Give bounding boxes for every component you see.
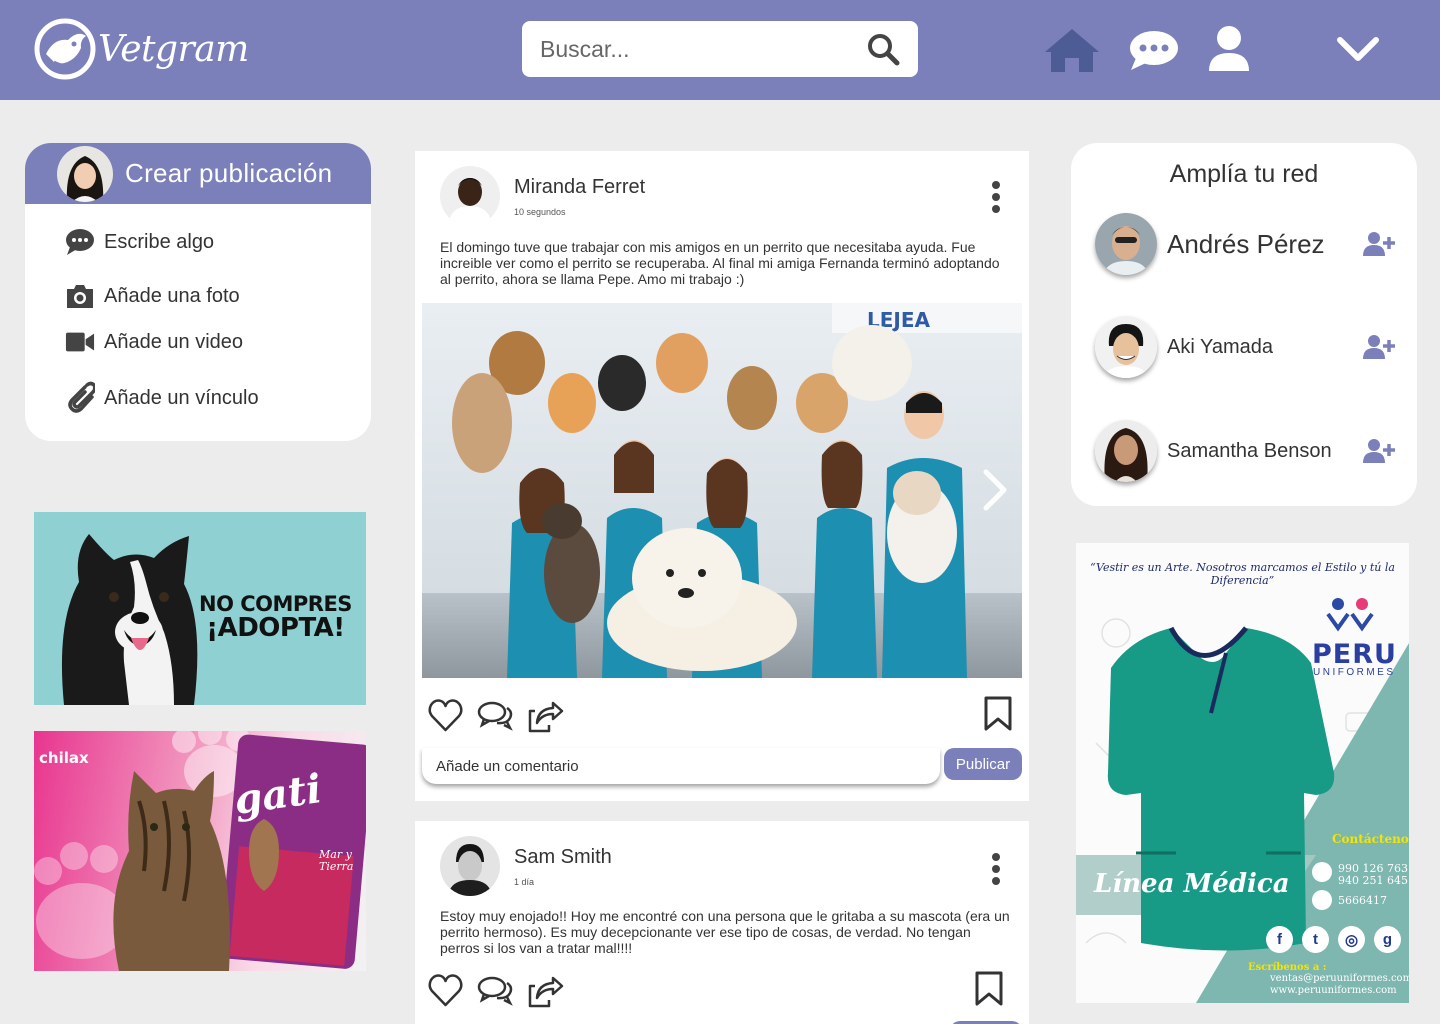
contact-website: www.peruuniformes.com <box>1270 985 1397 996</box>
post-options-icon[interactable] <box>991 181 1001 213</box>
author-name[interactable]: Sam Smith <box>514 846 612 869</box>
suggestions-card: Amplía tu red Andrés Pérez Aki Yamada Sa… <box>1071 143 1417 506</box>
add-video-item[interactable]: Añade un video <box>65 327 243 357</box>
pet-logo-icon <box>34 18 96 80</box>
facebook-icon[interactable]: f <box>1266 926 1293 953</box>
post-timestamp: 10 segundos <box>514 206 566 217</box>
comment-icon[interactable] <box>477 697 514 734</box>
chevron-down-icon[interactable] <box>1336 36 1380 64</box>
search-icon[interactable] <box>866 32 900 66</box>
phone-2: 940 251 645 <box>1338 874 1408 887</box>
add-friend-icon[interactable] <box>1363 334 1395 360</box>
contact-email: ventas@peruuniformes.com <box>1270 973 1409 984</box>
peru-brand-sub: UNIFORMES <box>1313 667 1396 678</box>
create-post-header: Crear publicación <box>25 143 371 204</box>
person-avatar[interactable] <box>1095 420 1157 482</box>
create-post-card: Crear publicación Escribe algo Añade una… <box>25 143 371 441</box>
vetgram-logo[interactable]: Vetgram <box>34 18 249 80</box>
bookmark-icon[interactable] <box>983 696 1013 732</box>
add-photo-label: Añade una foto <box>104 284 240 307</box>
camera-icon <box>65 281 95 311</box>
cat-food-ad-banner[interactable]: chilax gati Mar y Tierra <box>34 731 366 971</box>
write-something-item[interactable]: Escribe algo <box>65 227 214 257</box>
cat-food-flavor: Mar y Tierra <box>319 848 354 873</box>
google-plus-icon[interactable]: g <box>1374 926 1401 953</box>
adopt-ad-banner[interactable]: NO COMPRES ¡ADOPTA! <box>34 512 366 705</box>
uniform-ad-banner[interactable]: “Vestir es un Arte. Nosotros marcamos el… <box>1076 543 1409 1003</box>
post-text: Estoy muy enojado!! Hoy me encontré con … <box>440 908 1010 956</box>
author-name[interactable]: Miranda Ferret <box>514 176 645 199</box>
post-author[interactable]: Sam Smith 1 día <box>440 836 612 896</box>
post-photo[interactable]: LEJEA <box>422 303 1022 678</box>
post-author[interactable]: Miranda Ferret 10 segundos <box>440 166 645 226</box>
post-card: Miranda Ferret 10 segundos El domingo tu… <box>415 151 1029 801</box>
post-text: El domingo tuve que trabajar con mis ami… <box>440 239 1000 287</box>
comment-box[interactable] <box>422 748 940 784</box>
home-icon[interactable] <box>1043 27 1101 73</box>
video-icon <box>65 327 95 357</box>
suggested-person[interactable]: Samantha Benson <box>1095 420 1395 482</box>
post-timestamp: 1 día <box>514 876 535 887</box>
chat-icon[interactable] <box>1128 30 1180 72</box>
search-input[interactable] <box>540 35 866 63</box>
add-video-label: Añade un video <box>104 330 244 353</box>
peru-brand: PERU <box>1312 639 1397 670</box>
user-icon[interactable] <box>1207 25 1251 73</box>
bookmark-icon[interactable] <box>974 971 1004 1007</box>
post-options-icon[interactable] <box>991 853 1001 885</box>
twitter-icon[interactable]: t <box>1302 926 1329 953</box>
suggestions-title: Amplía tu red <box>1169 160 1319 188</box>
publish-comment-button[interactable]: Publicar <box>944 748 1022 780</box>
chat-bubble-icon <box>65 227 95 257</box>
person-name[interactable]: Samantha Benson <box>1167 440 1363 463</box>
write-us-label: Escríbenos a : <box>1248 962 1327 973</box>
current-user-avatar[interactable] <box>57 145 113 202</box>
phone-3: 5666417 <box>1338 894 1387 907</box>
share-icon[interactable] <box>527 697 564 734</box>
chilax-brand: chilax <box>39 749 89 767</box>
create-post-title: Crear publicación <box>125 158 333 188</box>
add-photo-item[interactable]: Añade una foto <box>65 281 240 311</box>
like-heart-icon[interactable] <box>427 697 464 734</box>
add-link-item[interactable]: Añade un vínculo <box>65 381 259 413</box>
post-actions <box>427 972 564 1009</box>
top-navbar: Vetgram <box>0 0 1440 100</box>
post-actions <box>427 697 564 734</box>
instagram-icon[interactable]: ◎ <box>1338 926 1365 953</box>
search-bar[interactable] <box>522 21 918 77</box>
comment-input[interactable] <box>436 757 940 775</box>
author-avatar[interactable] <box>440 166 500 226</box>
person-avatar[interactable] <box>1095 316 1157 378</box>
comment-icon[interactable] <box>477 972 514 1009</box>
linea-medica-title: Línea Médica <box>1094 869 1290 899</box>
like-heart-icon[interactable] <box>427 972 464 1009</box>
whatsapp-icon <box>1312 862 1332 882</box>
paperclip-icon <box>65 381 95 413</box>
author-avatar[interactable] <box>440 836 500 896</box>
add-friend-icon[interactable] <box>1363 231 1395 257</box>
brand-name: Vetgram <box>98 28 249 70</box>
person-name[interactable]: Aki Yamada <box>1167 336 1363 359</box>
vet-team-photo: LEJEA <box>422 303 1022 678</box>
contact-label: Contáctenos: <box>1332 832 1409 846</box>
share-icon[interactable] <box>527 972 564 1009</box>
adopt-slogan: NO COMPRES ¡ADOPTA! <box>199 592 352 643</box>
person-name[interactable]: Andrés Pérez <box>1167 229 1363 260</box>
next-photo-icon[interactable] <box>980 468 1010 512</box>
add-link-label: Añade un vínculo <box>104 386 259 409</box>
write-something-label: Escribe algo <box>104 230 215 253</box>
post-card: Sam Smith 1 día Estoy muy enojado!! Hoy … <box>415 821 1029 1024</box>
suggested-person[interactable]: Aki Yamada <box>1095 316 1395 378</box>
phone-icon <box>1312 890 1332 910</box>
person-avatar[interactable] <box>1095 213 1157 275</box>
add-friend-icon[interactable] <box>1363 438 1395 464</box>
suggested-person[interactable]: Andrés Pérez <box>1095 213 1395 275</box>
uniform-quote: “Vestir es un Arte. Nosotros marcamos el… <box>1090 561 1395 587</box>
adopt-line-2: ¡ADOPTA! <box>206 613 345 643</box>
